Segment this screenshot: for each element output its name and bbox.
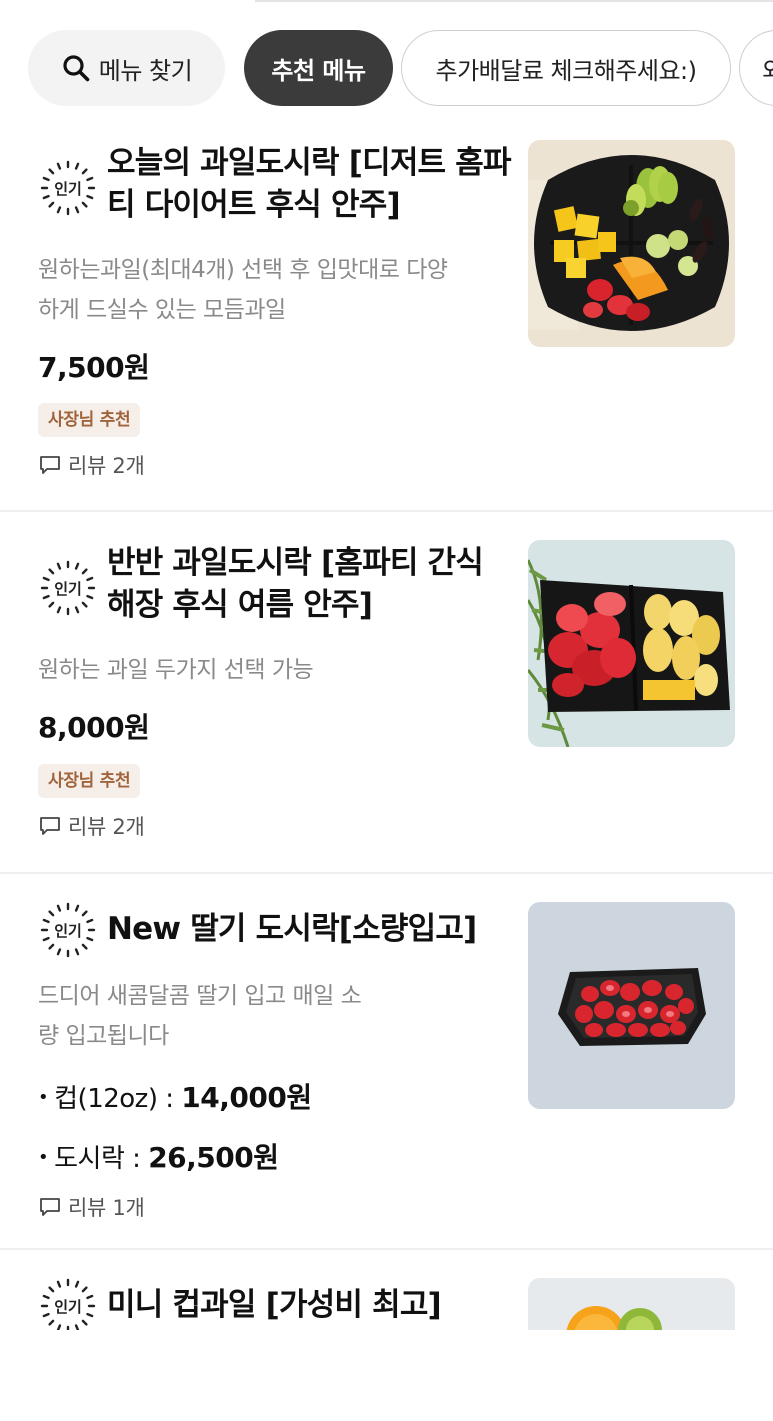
review-count[interactable]: 리뷰 1개 — [38, 1192, 145, 1222]
item-title: New 딸기 도시락[소량입고] — [107, 911, 477, 947]
speech-bubble-icon — [40, 1198, 60, 1216]
option-bullet: • — [38, 1147, 49, 1168]
item-description: 드디어 새콤달콤 딸기 입고 매일 소량 입고됩니다 — [38, 983, 362, 1049]
item-description: 원하는과일(최대4개) 선택 후 입맛대로 다양하게 드실수 있는 모듬과일 — [38, 257, 448, 323]
owner-pick-tag: 사장님 추천 — [38, 764, 141, 798]
mini-cup-fruit-image — [528, 1278, 735, 1330]
badge-label: 인기 — [54, 922, 82, 940]
strawberry-lunchbox-image — [528, 902, 735, 1109]
popular-badge-icon: 인기 — [38, 558, 98, 618]
option-name: 컵(12oz) : — [54, 1084, 174, 1114]
item-price: 8,000원 — [38, 711, 150, 744]
owner-pick-tag: 사장님 추천 — [38, 403, 141, 437]
option-name: 도시락 : — [54, 1144, 141, 1174]
half-lunchbox-image — [528, 540, 735, 747]
menu-list: 인기 오늘의 과일도시락 [디저트 홈파티 다이어트 후식 안주] 원하는과일(… — [0, 108, 773, 1330]
tab-recommended-label: 추천 메뉴 — [271, 56, 366, 85]
badge-label: 인기 — [54, 580, 82, 598]
speech-bubble-icon — [40, 456, 60, 474]
item-photo[interactable] — [528, 902, 735, 1109]
menu-item-strawberry-lunchbox[interactable]: 인기 New 딸기 도시락[소량입고] 드디어 새콤달콤 딸기 입고 매일 소량… — [0, 874, 773, 1248]
review-count-label: 리뷰 2개 — [68, 815, 145, 839]
tab-next-category-label: 외 — [762, 51, 773, 86]
fruit-lunchbox-image — [528, 140, 735, 347]
menu-item-fruit-lunchbox[interactable]: 인기 오늘의 과일도시락 [디저트 홈파티 다이어트 후식 안주] 원하는과일(… — [0, 108, 773, 510]
review-count-label: 리뷰 2개 — [68, 454, 145, 478]
bottom-blank-area — [0, 1330, 773, 1421]
option-bullet: • — [38, 1087, 49, 1108]
option-price: 14,000원 — [181, 1081, 312, 1114]
badge-label: 인기 — [54, 180, 82, 198]
item-photo[interactable] — [528, 540, 735, 747]
item-title: 반반 과일도시락 [홈파티 간식 해장 후식 여름 안주] — [107, 545, 484, 623]
item-photo[interactable] — [528, 1278, 735, 1330]
popular-badge-icon: 인기 — [38, 158, 98, 218]
tab-delivery-notice[interactable]: 추가배달료 체크해주세요:) — [401, 30, 731, 106]
tab-next-category[interactable]: 외 — [739, 30, 773, 106]
option-lunchbox: • 도시락 : 26,500원 — [38, 1136, 279, 1176]
menu-search-chip[interactable]: 메뉴 찾기 — [28, 30, 225, 106]
item-description: 원하는 과일 두가지 선택 가능 — [38, 657, 314, 683]
top-divider — [255, 0, 773, 2]
tab-delivery-notice-label: 추가배달료 체크해주세요:) — [435, 56, 697, 85]
item-photo[interactable] — [528, 140, 735, 347]
menu-search-label: 메뉴 찾기 — [98, 56, 193, 85]
review-count-label: 리뷰 1개 — [68, 1196, 145, 1220]
item-title: 미니 컵과일 [가성비 최고] — [107, 1287, 442, 1323]
popular-badge-icon: 인기 — [38, 900, 98, 960]
item-title: 오늘의 과일도시락 [디저트 홈파티 다이어트 후식 안주] — [107, 145, 512, 223]
menu-item-half-lunchbox[interactable]: 인기 반반 과일도시락 [홈파티 간식 해장 후식 여름 안주] 원하는 과일 … — [0, 512, 773, 872]
option-price: 26,500원 — [148, 1141, 279, 1174]
category-chip-bar[interactable]: 메뉴 찾기 추천 메뉴 추가배달료 체크해주세요:) 외 — [0, 30, 773, 108]
badge-label: 인기 — [54, 1298, 82, 1316]
speech-bubble-icon — [40, 817, 60, 835]
tab-recommended-menu[interactable]: 추천 메뉴 — [244, 30, 393, 106]
popular-badge-icon: 인기 — [38, 1276, 98, 1330]
menu-item-mini-cup-fruit[interactable]: 인기 미니 컵과일 [가성비 최고] — [0, 1250, 773, 1330]
item-price: 7,500원 — [38, 351, 150, 384]
review-count[interactable]: 리뷰 2개 — [38, 811, 145, 841]
option-cup: • 컵(12oz) : 14,000원 — [38, 1076, 312, 1116]
menu-page: 메뉴 찾기 추천 메뉴 추가배달료 체크해주세요:) 외 — [0, 0, 773, 1421]
search-icon — [63, 55, 90, 82]
review-count[interactable]: 리뷰 2개 — [38, 450, 145, 480]
